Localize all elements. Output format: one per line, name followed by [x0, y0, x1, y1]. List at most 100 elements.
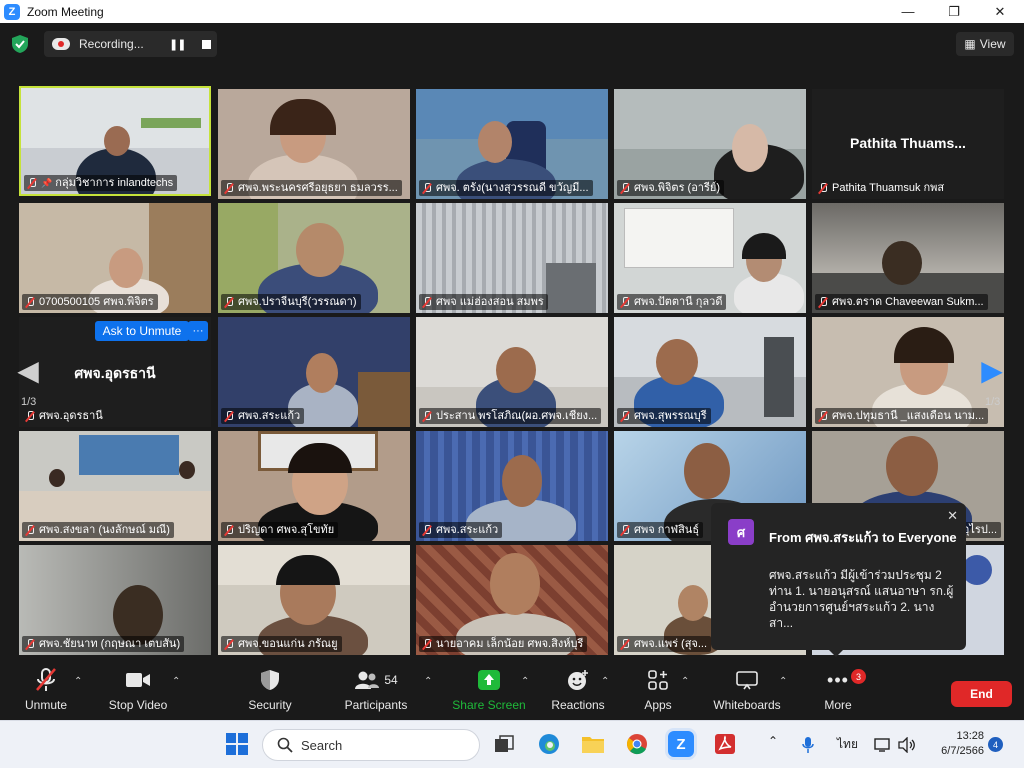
end-meeting-button[interactable]: End: [951, 681, 1012, 707]
participants-label: Participants: [344, 698, 408, 712]
meeting-toolbar: Unmute ⌃ Stop Video ⌃ Security 54 Partic…: [0, 660, 1024, 720]
participant-name: ศพจ กาฬสินธุ์: [634, 524, 700, 536]
video-options-chevron-icon[interactable]: ⌃: [172, 676, 180, 687]
participant-name: ศพจ.อุดรธานี: [39, 410, 103, 422]
video-tile[interactable]: ศพจ.พระนครศรีอยุธยา ธมลวรร...: [218, 89, 410, 199]
video-tile[interactable]: ปริญดา ศพจ.สุโขทัย: [218, 431, 410, 541]
participants-button[interactable]: 54 Participants: [343, 666, 409, 718]
sender-avatar: ศ: [728, 519, 754, 545]
security-button[interactable]: Security: [247, 666, 293, 718]
chat-notification-popup[interactable]: ศ From ศพจ.สระแก้ว to Everyone ✕ ศพจ.สระ…: [711, 503, 966, 657]
muted-mic-icon: [620, 182, 630, 194]
participant-name: ศพจ.ปทุมธานี _แสงเดือน นาม...: [832, 410, 985, 422]
page-indicator-right: 1/3: [985, 396, 1001, 408]
apps-button[interactable]: Apps: [641, 666, 675, 718]
whiteboards-options-chevron-icon[interactable]: ⌃: [779, 676, 787, 687]
muted-mic-icon: [224, 410, 234, 422]
participant-name: ศพจ. ตรัง(นางสุวรรณดี ขวัญมี...: [436, 182, 589, 194]
video-tile[interactable]: ศพจ.ตราด Chaveewan Sukm...: [812, 203, 1004, 313]
task-view-icon[interactable]: [491, 731, 517, 757]
unmute-button[interactable]: Unmute: [24, 666, 68, 718]
chrome-browser-icon[interactable]: [624, 731, 650, 757]
windows-start-icon[interactable]: [224, 731, 250, 757]
video-tile[interactable]: ศพจ.ขอนแก่น ภรัณยู: [218, 545, 410, 655]
share-options-chevron-icon[interactable]: ⌃: [521, 676, 529, 687]
whiteboard-icon: [736, 671, 758, 690]
video-tile[interactable]: 📌 กลุ่มวิชาการ inlandtechs: [19, 86, 211, 196]
close-button[interactable]: ✕: [977, 0, 1023, 23]
video-tile[interactable]: ศพจ.พิจิตร (อารีย์): [614, 89, 806, 199]
ask-to-unmute-button[interactable]: Ask to Unmute: [95, 321, 189, 341]
muted-mic-icon: [27, 177, 37, 189]
more-dots-icon: •••: [827, 669, 849, 690]
pause-recording-button[interactable]: ❚❚: [169, 38, 186, 51]
video-tile[interactable]: ศพจ.สุพรรณบุรี: [614, 317, 806, 427]
show-hidden-icons-chevron-icon[interactable]: ⌃: [768, 734, 778, 748]
participant-name: ศพจ.แพร่ (สุจ...: [634, 638, 708, 650]
share-screen-arrow-icon: [478, 670, 500, 690]
view-button[interactable]: ▦ View: [956, 32, 1014, 56]
network-icon[interactable]: [872, 734, 894, 756]
muted-mic-icon: [818, 182, 828, 194]
participant-name: ศพจ.สระแก้ว: [238, 410, 301, 422]
participant-display-name: Pathita Thuams...: [850, 135, 966, 151]
muted-mic-icon: [422, 524, 432, 536]
video-tile[interactable]: ศพจ.ปัตตานี กุลวดี: [614, 203, 806, 313]
clock-date: 6/7/2566: [941, 745, 984, 757]
input-language[interactable]: ไทย: [837, 735, 858, 754]
video-tile[interactable]: ศพจ.สระแก้ว: [416, 431, 608, 541]
minimize-button[interactable]: —: [885, 0, 931, 23]
video-tile[interactable]: 0700500105 ศพจ.พิจิตร: [19, 203, 211, 313]
reactions-options-chevron-icon[interactable]: ⌃: [601, 676, 609, 687]
participant-name: ศพจ.ปราจีนบุรี(วรรณดา): [238, 296, 357, 308]
apps-label: Apps: [644, 698, 672, 712]
video-tile[interactable]: ศพจ.สระแก้ว: [218, 317, 410, 427]
video-tile[interactable]: ประสาน พรโสภิณ(ผอ.ศพจ.เชียง...: [416, 317, 608, 427]
file-explorer-icon[interactable]: [580, 731, 606, 757]
video-tile[interactable]: นายอาคม เล็กน้อย ศพจ.สิงห์บุรี: [416, 545, 608, 655]
edge-browser-icon[interactable]: [536, 731, 562, 757]
cloud-record-icon: [52, 38, 70, 50]
reactions-button[interactable]: Reactions: [551, 666, 605, 718]
maximize-button[interactable]: ❐: [931, 0, 977, 23]
smiley-reactions-icon: [568, 670, 588, 690]
stop-video-button[interactable]: Stop Video: [107, 666, 169, 718]
video-tile[interactable]: ศพจ แม่ฮ่องสอน สมพร: [416, 203, 608, 313]
security-shield-icon[interactable]: [12, 35, 28, 53]
video-tile[interactable]: Pathita Thuams... Pathita Thuamsuk กพส: [812, 89, 1004, 199]
video-tile[interactable]: ศพจ. ตรัง(นางสุวรรณดี ขวัญมี...: [416, 89, 608, 199]
whiteboards-button[interactable]: Whiteboards: [712, 666, 782, 718]
clock-time: 13:28: [956, 730, 984, 742]
muted-mic-icon: [422, 296, 432, 308]
share-screen-button[interactable]: Share Screen: [452, 666, 526, 718]
taskbar-search-box[interactable]: Search: [262, 729, 480, 761]
zoom-app-icon[interactable]: Z: [668, 731, 694, 757]
muted-mic-icon: [25, 296, 35, 308]
stop-recording-button[interactable]: [202, 39, 212, 49]
muted-mic-icon: [224, 524, 234, 536]
volume-icon[interactable]: [896, 734, 918, 756]
pin-icon: 📌: [41, 178, 53, 188]
microphone-in-use-icon[interactable]: [797, 734, 819, 756]
tile-more-options-button[interactable]: ···: [188, 321, 208, 341]
muted-mic-icon: [224, 296, 234, 308]
notification-count-badge[interactable]: 4: [988, 737, 1003, 752]
video-tile[interactable]: ศพจ.สงขลา (นงลักษณ์ มณี): [19, 431, 211, 541]
participants-count: 54: [384, 673, 398, 687]
recording-label: Recording...: [79, 37, 144, 51]
window-title: Zoom Meeting: [27, 4, 104, 19]
video-tile[interactable]: ศพจ.ปราจีนบุรี(วรรณดา): [218, 203, 410, 313]
system-clock[interactable]: 13:28 6/7/2566: [928, 729, 984, 759]
video-tile[interactable]: ศพจ.ชัยนาท (กฤษณา เตบสัน): [19, 545, 211, 655]
close-chat-popup-icon[interactable]: ✕: [947, 508, 958, 524]
apps-options-chevron-icon[interactable]: ⌃: [681, 676, 689, 687]
security-shield-icon: [261, 670, 279, 690]
more-button[interactable]: ••• More: [823, 666, 853, 718]
audio-options-chevron-icon[interactable]: ⌃: [74, 676, 82, 687]
recording-indicator[interactable]: Recording... ❚❚: [44, 31, 217, 57]
more-label: More: [824, 698, 852, 712]
acrobat-reader-icon[interactable]: [712, 731, 738, 757]
participants-options-chevron-icon[interactable]: ⌃: [424, 676, 432, 687]
more-notification-badge: 3: [851, 669, 866, 684]
muted-mic-icon: [620, 638, 630, 650]
